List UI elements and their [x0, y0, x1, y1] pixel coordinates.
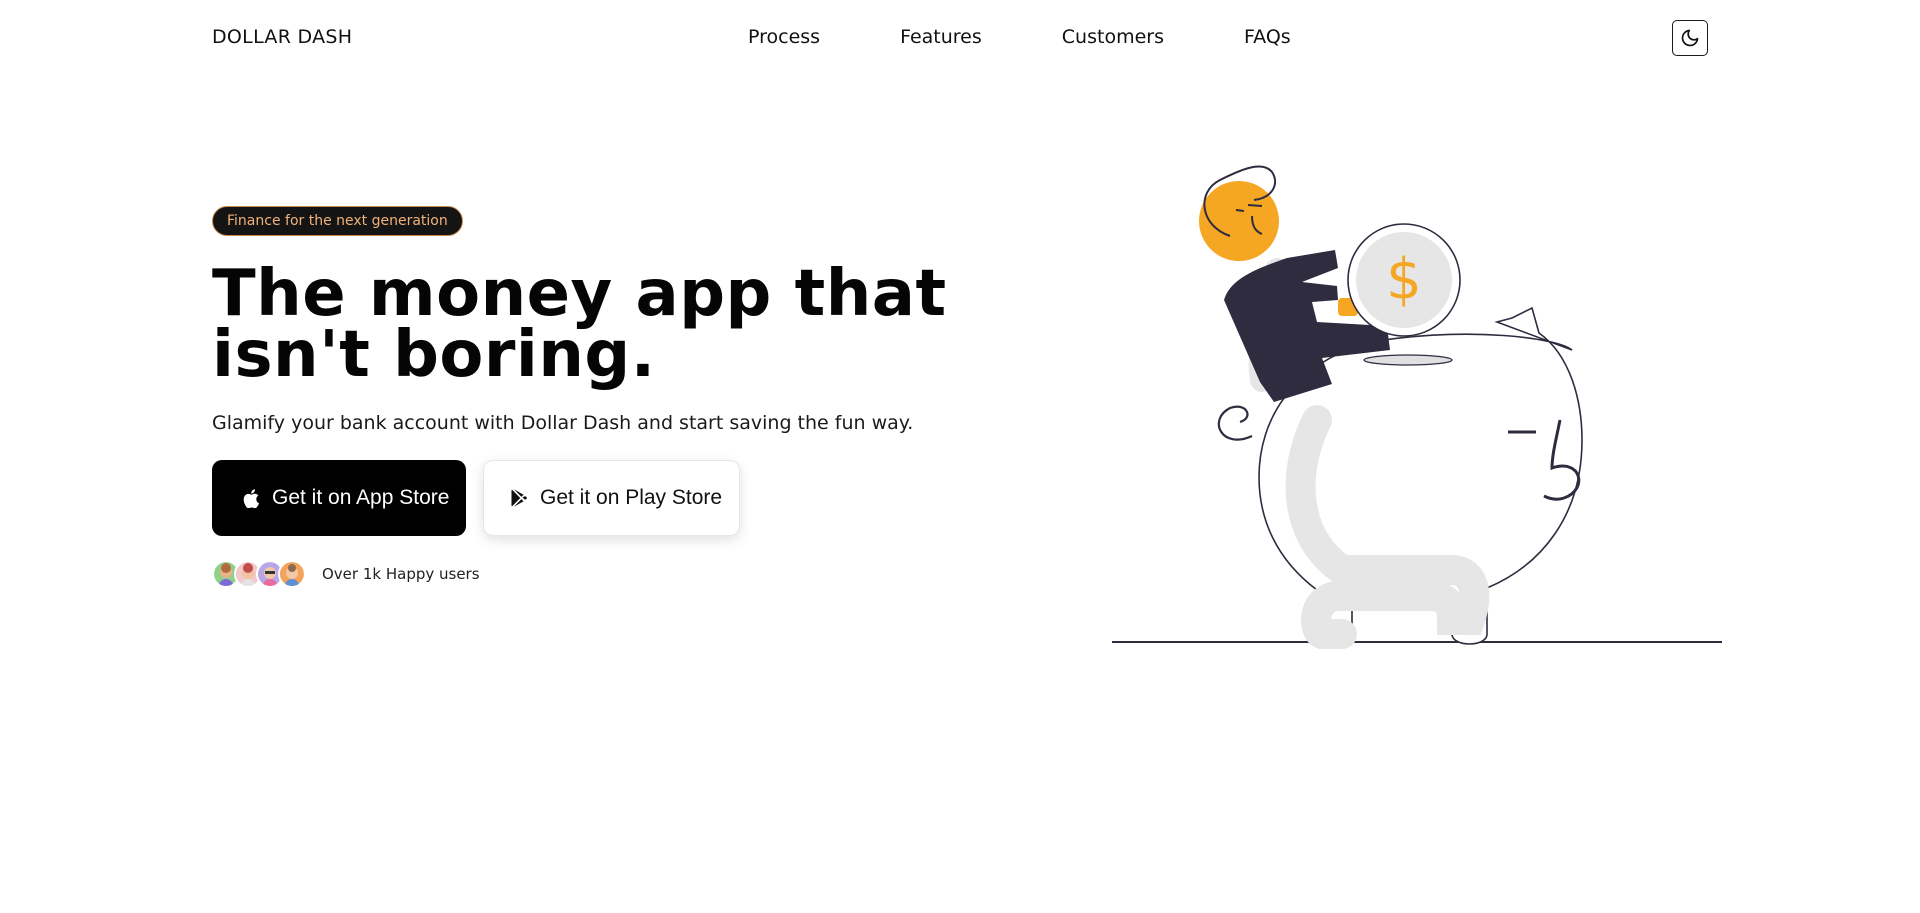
hero-headline: The money app that isn't boring. — [212, 257, 947, 392]
coin-dollar-sign: $ — [1386, 247, 1422, 312]
piggy-tail — [1217, 405, 1253, 441]
avatar — [278, 560, 306, 588]
coin-slot — [1363, 354, 1453, 366]
play-store-label: Get it on Play Store — [540, 486, 723, 509]
theme-toggle-button[interactable] — [1672, 20, 1708, 56]
app-store-label: Get it on App Store — [272, 486, 450, 509]
main-nav: Process Features Customers FAQs — [748, 26, 1291, 48]
avatar-stack — [212, 560, 306, 588]
app-store-button[interactable]: Get it on App Store — [212, 460, 466, 536]
nav-item-features[interactable]: Features — [900, 26, 982, 48]
moon-icon — [1681, 29, 1699, 47]
apple-icon — [242, 488, 260, 508]
cta-row: Get it on App Store Get it on Play Store — [212, 460, 972, 536]
nav-item-customers[interactable]: Customers — [1062, 26, 1164, 48]
hero-subline: Glamify your bank account with Dollar Da… — [212, 412, 914, 434]
nav-item-process[interactable]: Process — [748, 26, 820, 48]
happy-users-text: Over 1k Happy users — [322, 565, 480, 583]
site-header: DOLLAR DASH Process Features Customers F… — [212, 18, 1708, 58]
social-proof: Over 1k Happy users — [212, 560, 972, 588]
nav-item-faqs[interactable]: FAQs — [1244, 26, 1291, 48]
hero-badge: Finance for the next generation — [212, 206, 463, 236]
play-store-icon — [510, 488, 528, 508]
piggy-bank-illustration: $ — [1112, 165, 1722, 649]
brand-logo[interactable]: DOLLAR DASH — [212, 26, 352, 48]
hero-illustration: $ — [1112, 150, 1722, 650]
person-head — [1199, 181, 1279, 261]
hero-section: Finance for the next generation The mone… — [212, 206, 972, 588]
play-store-button[interactable]: Get it on Play Store — [483, 460, 740, 536]
